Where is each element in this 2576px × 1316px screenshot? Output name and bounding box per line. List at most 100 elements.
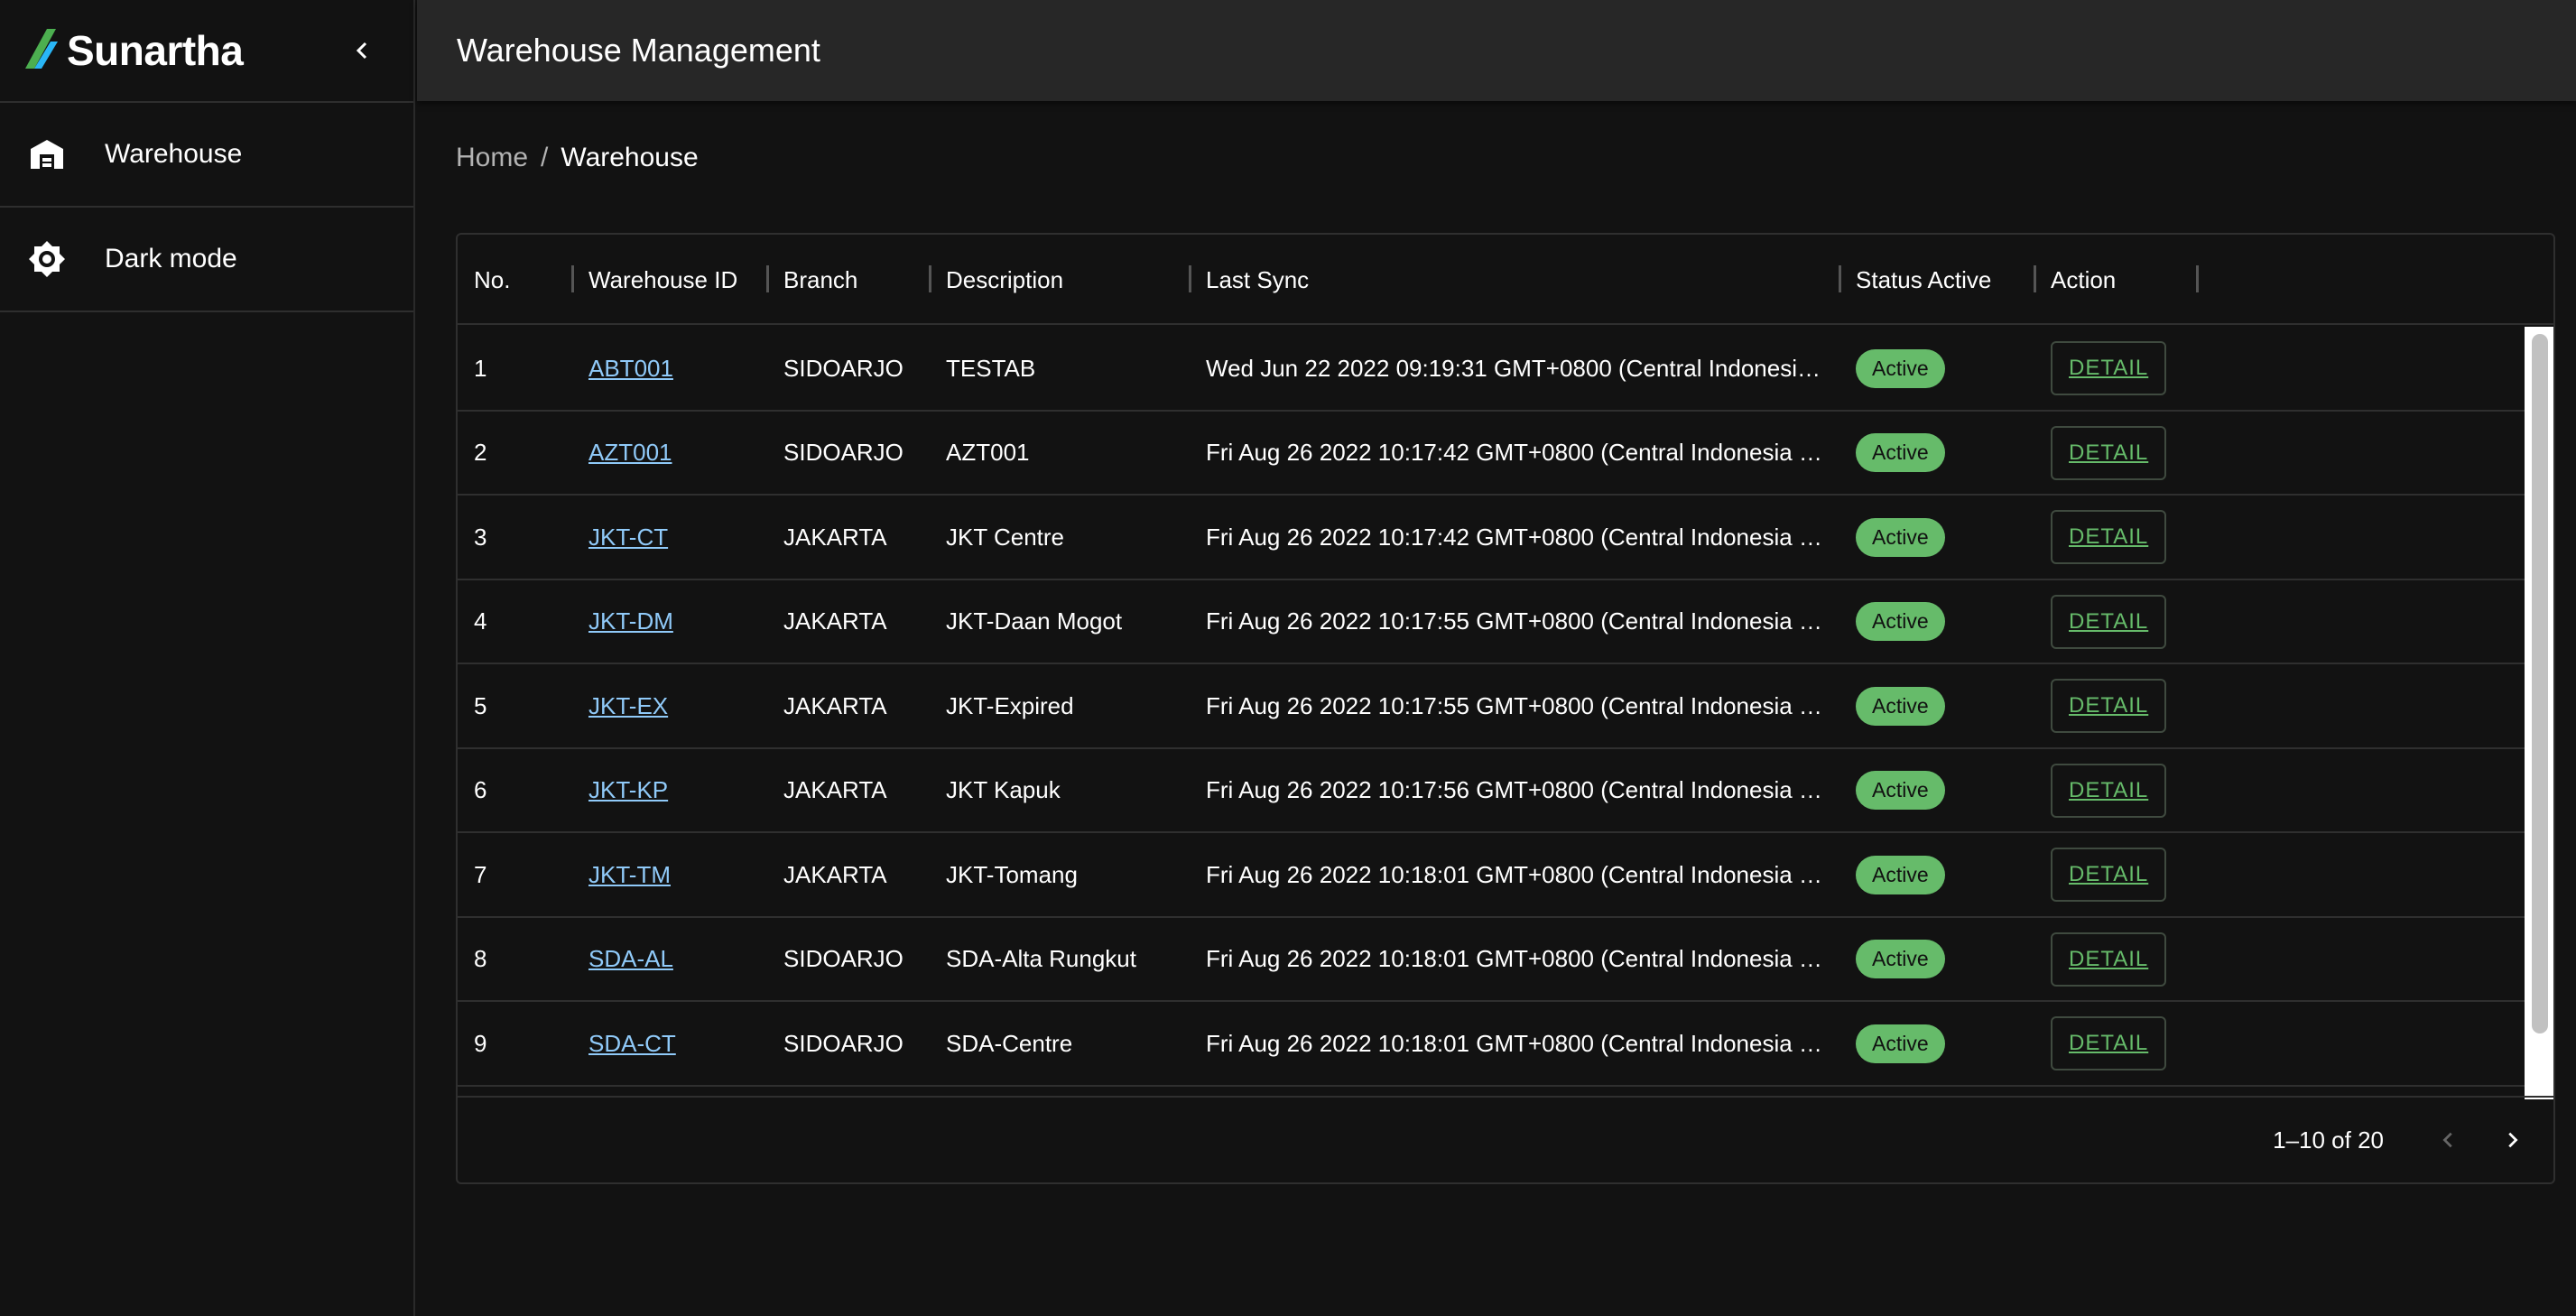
table-row[interactable]: 9 SDA-CT SIDOARJO SDA-Centre Fri Aug 26 2022… xyxy=(458,1002,2553,1087)
column-separator[interactable] xyxy=(571,265,574,292)
breadcrumb: Home / Warehouse xyxy=(456,143,699,173)
table-cell: JKT-EX xyxy=(588,664,668,747)
table-cell: Active xyxy=(1856,327,1945,410)
table-cell: DETAIL xyxy=(2051,664,2167,747)
detail-button[interactable]: DETAIL xyxy=(2051,848,2167,902)
detail-button[interactable]: DETAIL xyxy=(2051,510,2167,564)
cell-no: 4 xyxy=(474,607,487,635)
status-badge: Active xyxy=(1856,771,1945,810)
collapse-sidebar-button[interactable] xyxy=(345,32,381,69)
page-title: Warehouse Management xyxy=(457,32,820,69)
table-row[interactable]: 8 SDA-AL SIDOARJO SDA-Alta Rungkut Fri Aug 2… xyxy=(458,918,2553,1002)
table-cell: 4 xyxy=(474,580,486,663)
breadcrumb-separator: / xyxy=(541,143,549,172)
cell-last-sync: Wed Jun 22 2022 09:19:31 GMT+0800 (Centr… xyxy=(1206,354,1821,382)
table-row[interactable]: 3 JKT-CT JAKARTA JKT Centre Fri Aug 26 2022 … xyxy=(458,496,2553,580)
table-cell: SIDOARJO xyxy=(783,327,903,410)
warehouse-id-link[interactable]: SDA-AL xyxy=(588,945,673,973)
table-cell: JAKARTA xyxy=(783,833,887,916)
scrollbar-thumb[interactable] xyxy=(2532,334,2548,1033)
cell-no: 9 xyxy=(474,1029,487,1057)
column-separator[interactable] xyxy=(929,265,931,292)
cell-branch: JAKARTA xyxy=(783,607,887,635)
chevron-left-icon xyxy=(356,42,367,60)
table-cell: SDA-CT xyxy=(588,1002,676,1085)
pagination-label: 1–10 of 20 xyxy=(2273,1126,2384,1154)
table-row[interactable]: 6 JKT-KP JAKARTA JKT Kapuk Fri Aug 26 2022 1… xyxy=(458,749,2553,833)
sidebar-item-warehouse[interactable]: Warehouse xyxy=(0,103,413,208)
table-cell: Fri Aug 26 2022 10:17:55 GMT+0800 (Centr… xyxy=(1206,580,1822,663)
table-cell: JKT-Tomang xyxy=(946,833,1078,916)
table-row[interactable]: 1 ABT001 SIDOARJO TESTAB Wed Jun 22 2022 09:… xyxy=(458,327,2553,412)
warehouse-id-link[interactable]: JKT-KP xyxy=(588,776,668,804)
table-cell: DETAIL xyxy=(2051,749,2167,832)
warehouse-id-link[interactable]: JKT-EX xyxy=(588,692,668,720)
table-cell: JKT-Expired xyxy=(946,664,1074,747)
table-cell: Active xyxy=(1856,833,1945,916)
previous-page-button[interactable] xyxy=(2427,1118,2470,1162)
detail-button[interactable]: DETAIL xyxy=(2051,594,2167,649)
column-separator[interactable] xyxy=(1839,265,1841,292)
table-footer: 1–10 of 20 xyxy=(458,1096,2553,1182)
cell-branch: JAKARTA xyxy=(783,523,887,551)
table-cell: SIDOARJO xyxy=(783,918,903,1001)
breadcrumb-home-link[interactable]: Home xyxy=(456,143,528,173)
cell-branch: JAKARTA xyxy=(783,691,887,719)
sidebar-item-dark-mode[interactable]: Dark mode xyxy=(0,208,413,312)
column-separator[interactable] xyxy=(2034,265,2036,292)
brightness-icon xyxy=(27,239,67,279)
column-separator[interactable] xyxy=(1189,265,1191,292)
cell-no: 3 xyxy=(474,523,487,551)
warehouse-table: No. Warehouse ID Branch Description Last… xyxy=(456,233,2555,1184)
table-row[interactable]: 4 JKT-DM JAKARTA JKT-Daan Mogot Fri Aug 26 2… xyxy=(458,580,2553,664)
detail-button[interactable]: DETAIL xyxy=(2051,341,2167,395)
table-cell: DETAIL xyxy=(2051,1002,2167,1085)
table-cell: DETAIL xyxy=(2051,327,2167,410)
table-cell: Active xyxy=(1856,412,1945,495)
column-header-status-active[interactable]: Status Active xyxy=(1856,235,1991,325)
column-header-branch[interactable]: Branch xyxy=(783,235,857,325)
cell-last-sync: Fri Aug 26 2022 10:18:01 GMT+0800 (Centr… xyxy=(1206,860,1822,888)
cell-last-sync: Fri Aug 26 2022 10:18:01 GMT+0800 (Centr… xyxy=(1206,945,1822,972)
brand: Sunartha xyxy=(0,0,413,103)
status-badge: Active xyxy=(1856,602,1945,641)
warehouse-id-link[interactable]: AZT001 xyxy=(588,439,672,467)
table-cell: JKT-Daan Mogot xyxy=(946,580,1122,663)
cell-description: AZT001 xyxy=(946,439,1030,466)
table-cell: DETAIL xyxy=(2051,833,2167,916)
cell-no: 5 xyxy=(474,691,487,719)
warehouse-id-link[interactable]: JKT-CT xyxy=(588,524,668,551)
table-cell: 8 xyxy=(474,918,486,1001)
table-cell: JAKARTA xyxy=(783,749,887,832)
column-header-description[interactable]: Description xyxy=(946,235,1063,325)
cell-description: SDA-Centre xyxy=(946,1029,1073,1057)
column-header-no[interactable]: No. xyxy=(474,235,510,325)
column-separator[interactable] xyxy=(2196,265,2199,292)
column-header-last-sync[interactable]: Last Sync xyxy=(1206,235,1309,325)
warehouse-id-link[interactable]: SDA-CT xyxy=(588,1030,676,1058)
detail-button[interactable]: DETAIL xyxy=(2051,679,2167,733)
column-separator[interactable] xyxy=(766,265,769,292)
table-body: 1 ABT001 SIDOARJO TESTAB Wed Jun 22 2022 09:… xyxy=(458,327,2553,1099)
table-cell: JKT-DM xyxy=(588,580,673,663)
detail-button[interactable]: DETAIL xyxy=(2051,931,2167,987)
warehouse-id-link[interactable]: JKT-TM xyxy=(588,861,671,889)
detail-button[interactable]: DETAIL xyxy=(2051,1016,2167,1070)
column-header-action[interactable]: Action xyxy=(2051,235,2116,325)
cell-description: SDA-Alta Rungkut xyxy=(946,945,1136,972)
cell-branch: SIDOARJO xyxy=(783,945,903,972)
table-row[interactable]: 2 AZT001 SIDOARJO AZT001 Fri Aug 26 2022 10:… xyxy=(458,412,2553,496)
next-page-button[interactable] xyxy=(2490,1118,2534,1162)
table-row[interactable]: 5 JKT-EX JAKARTA JKT-Expired Fri Aug 26 2022… xyxy=(458,664,2553,749)
cell-branch: SIDOARJO xyxy=(783,439,903,466)
detail-button[interactable]: DETAIL xyxy=(2051,425,2167,480)
cell-description: TESTAB xyxy=(946,354,1036,382)
table-row[interactable]: 7 JKT-TM JAKARTA JKT-Tomang Fri Aug 26 2022 … xyxy=(458,833,2553,918)
cell-last-sync: Fri Aug 26 2022 10:17:42 GMT+0800 (Centr… xyxy=(1206,523,1822,551)
warehouse-id-link[interactable]: ABT001 xyxy=(588,355,673,383)
detail-button[interactable]: DETAIL xyxy=(2051,763,2167,818)
cell-no: 8 xyxy=(474,945,487,972)
cell-last-sync: Fri Aug 26 2022 10:17:55 GMT+0800 (Centr… xyxy=(1206,691,1822,719)
column-header-warehouse-id[interactable]: Warehouse ID xyxy=(588,235,737,325)
warehouse-id-link[interactable]: JKT-DM xyxy=(588,607,673,635)
